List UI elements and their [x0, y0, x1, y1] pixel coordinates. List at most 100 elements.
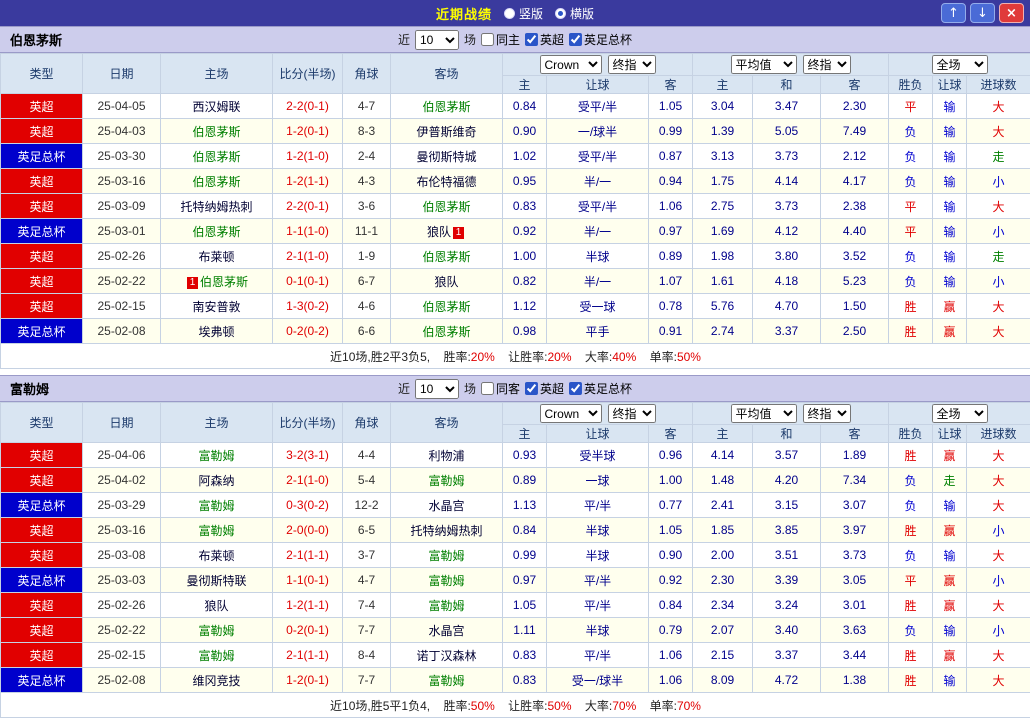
result-handicap: 赢 [932, 318, 968, 344]
league-badge: 英足总杯 [0, 567, 83, 593]
scroll-down-button[interactable]: ↓ [970, 3, 995, 23]
match-row: 英超 25-02-22 1 伯恩茅斯 0-1(0-1) 6-7 狼队 0.82 半/一 1.07 1… [0, 268, 1030, 294]
away-team-cell: 水晶宫 [390, 492, 503, 518]
match-row: 英超 25-03-09 托特纳姆热刺 2-2(0-1) 3-6 伯恩茅斯 0.83 受平/半 1… [0, 193, 1030, 219]
layout-radio-vertical[interactable]: 竖版 [503, 5, 543, 22]
euro-odds-group: 平均值 终指 [691, 402, 890, 425]
away-team-cell: 富勒姆 [390, 542, 503, 568]
asia-home-odds: 0.95 [502, 168, 547, 194]
home-team-cell: 西汉姆联 [160, 93, 273, 119]
euro-draw-odds: 3.73 [752, 193, 821, 219]
asia-away-odds: 1.06 [648, 193, 693, 219]
index-type-select[interactable]: 终指 [607, 404, 656, 423]
match-date: 25-03-09 [82, 193, 161, 219]
asia-away-odds: 0.94 [648, 168, 693, 194]
same-venue-checkbox[interactable]: 同客 [480, 380, 520, 397]
checkbox-icon[interactable] [525, 33, 539, 46]
col-score: 比分(半场) [272, 402, 343, 443]
away-team: 富勒姆 [428, 548, 465, 563]
index-type-select-2[interactable]: 终指 [802, 55, 851, 74]
result-handicap: 赢 [932, 517, 968, 543]
result-outcome: 负 [888, 243, 934, 269]
euro-home-odds: 1.39 [692, 118, 753, 144]
checkbox-icon[interactable] [480, 33, 494, 46]
home-team: 狼队 [204, 598, 229, 613]
scroll-up-button[interactable]: ↑ [941, 3, 966, 23]
asia-home-odds: 0.84 [502, 517, 547, 543]
index-type-select-2[interactable]: 终指 [802, 404, 851, 423]
asia-handicap: 平/半 [546, 492, 649, 518]
average-select[interactable]: 平均值 [730, 55, 797, 74]
average-select[interactable]: 平均值 [730, 404, 797, 423]
same-venue-checkbox[interactable]: 同主 [480, 31, 520, 48]
up-arrow-icon: ↑ [948, 5, 959, 21]
asia-home-odds: 0.84 [502, 93, 547, 119]
close-button[interactable]: × [999, 3, 1024, 23]
match-date: 25-03-16 [82, 517, 161, 543]
match-row: 英足总杯 25-02-08 埃弗顿 0-2(0-2) 6-6 伯恩茅斯 0.98 平手 0.91… [0, 318, 1030, 344]
checkbox-icon[interactable] [525, 382, 539, 395]
asia-home-odds: 0.98 [502, 318, 547, 344]
corner-count: 8-3 [342, 118, 391, 144]
home-team-cell: 富勒姆 [160, 442, 273, 468]
checkbox-icon[interactable] [569, 382, 583, 395]
euro-away-odds: 1.50 [819, 293, 890, 319]
match-score: 2-1(1-1) [272, 642, 343, 668]
euro-home-odds: 2.34 [692, 592, 753, 618]
league-facup-checkbox[interactable]: 英足总杯 [569, 31, 632, 48]
asia-away-odds: 0.90 [648, 542, 693, 568]
euro-draw-odds: 3.47 [752, 93, 821, 119]
corner-count: 7-4 [342, 592, 391, 618]
layout-radio-horizontal[interactable]: 横版 [555, 5, 594, 22]
col-asia-away: 客 [648, 424, 693, 443]
result-handicap: 输 [932, 492, 968, 518]
league-badge: 英超 [0, 118, 83, 144]
games-count-select[interactable]: 10 [414, 29, 459, 50]
full-match-select[interactable]: 全场 [931, 55, 988, 74]
summary-stat: 单率:50% [649, 349, 701, 364]
result-goals: 大 [966, 293, 1030, 319]
results-tbody: 英超 25-04-05 西汉姆联 2-2(0-1) 4-7 伯恩茅斯 0.84 受平/半 1.0… [0, 93, 1030, 344]
euro-away-odds: 7.34 [819, 467, 890, 493]
checkbox-icon[interactable] [480, 382, 494, 395]
match-row: 英超 25-03-08 布莱顿 2-1(1-1) 3-7 富勒姆 0.99 半球 0.90 2.0… [0, 542, 1030, 568]
home-team-cell: 伯恩茅斯 [160, 143, 273, 169]
full-match-select[interactable]: 全场 [931, 404, 988, 423]
away-team: 伯恩茅斯 [422, 249, 471, 264]
index-type-select[interactable]: 终指 [607, 55, 656, 74]
games-count-select[interactable]: 10 [414, 378, 459, 399]
league-badge: 英足总杯 [0, 218, 83, 244]
league-badge: 英足总杯 [0, 318, 83, 344]
col-asia-handicap: 让球 [546, 424, 649, 443]
result-outcome: 负 [888, 118, 934, 144]
bookmaker-select[interactable]: Crown [539, 55, 602, 74]
asia-home-odds: 1.00 [502, 243, 547, 269]
away-team-cell: 利物浦 [390, 442, 503, 468]
col-asia-handicap: 让球 [546, 75, 649, 94]
result-outcome: 胜 [888, 517, 934, 543]
result-goals: 小 [966, 218, 1030, 244]
away-team-cell: 伯恩茅斯 [390, 243, 503, 269]
league-badge: 英超 [0, 293, 83, 319]
col-asia-home: 主 [502, 424, 547, 443]
match-score: 3-2(3-1) [272, 442, 343, 468]
league-epl-checkbox[interactable]: 英超 [525, 31, 564, 48]
bookmaker-select[interactable]: Crown [539, 404, 602, 423]
match-score: 1-2(0-1) [272, 667, 343, 693]
asia-handicap: 受平/半 [546, 143, 649, 169]
asia-handicap: 平/半 [546, 567, 649, 593]
checkbox-icon[interactable] [569, 33, 583, 46]
asia-handicap: 受一球 [546, 293, 649, 319]
euro-home-odds: 1.75 [692, 168, 753, 194]
away-team-cell: 富勒姆 [390, 667, 503, 693]
away-team: 布伦特福德 [416, 174, 477, 189]
league-facup-checkbox[interactable]: 英足总杯 [569, 380, 632, 397]
asia-odds-group: Crown 终指 [502, 402, 693, 425]
league-epl-checkbox[interactable]: 英超 [525, 380, 564, 397]
results-table: 类型 日期 主场 比分(半场) 角球 客场 Crown 终指 平均值 终指 全场… [0, 402, 1030, 718]
euro-draw-odds: 3.39 [752, 567, 821, 593]
match-row: 英足总杯 25-03-30 伯恩茅斯 1-2(1-0) 2-4 曼彻斯特城 1.02 受平/半… [0, 143, 1030, 169]
asia-handicap: 一球 [546, 467, 649, 493]
league-badge: 英足总杯 [0, 143, 83, 169]
euro-away-odds: 2.38 [819, 193, 890, 219]
